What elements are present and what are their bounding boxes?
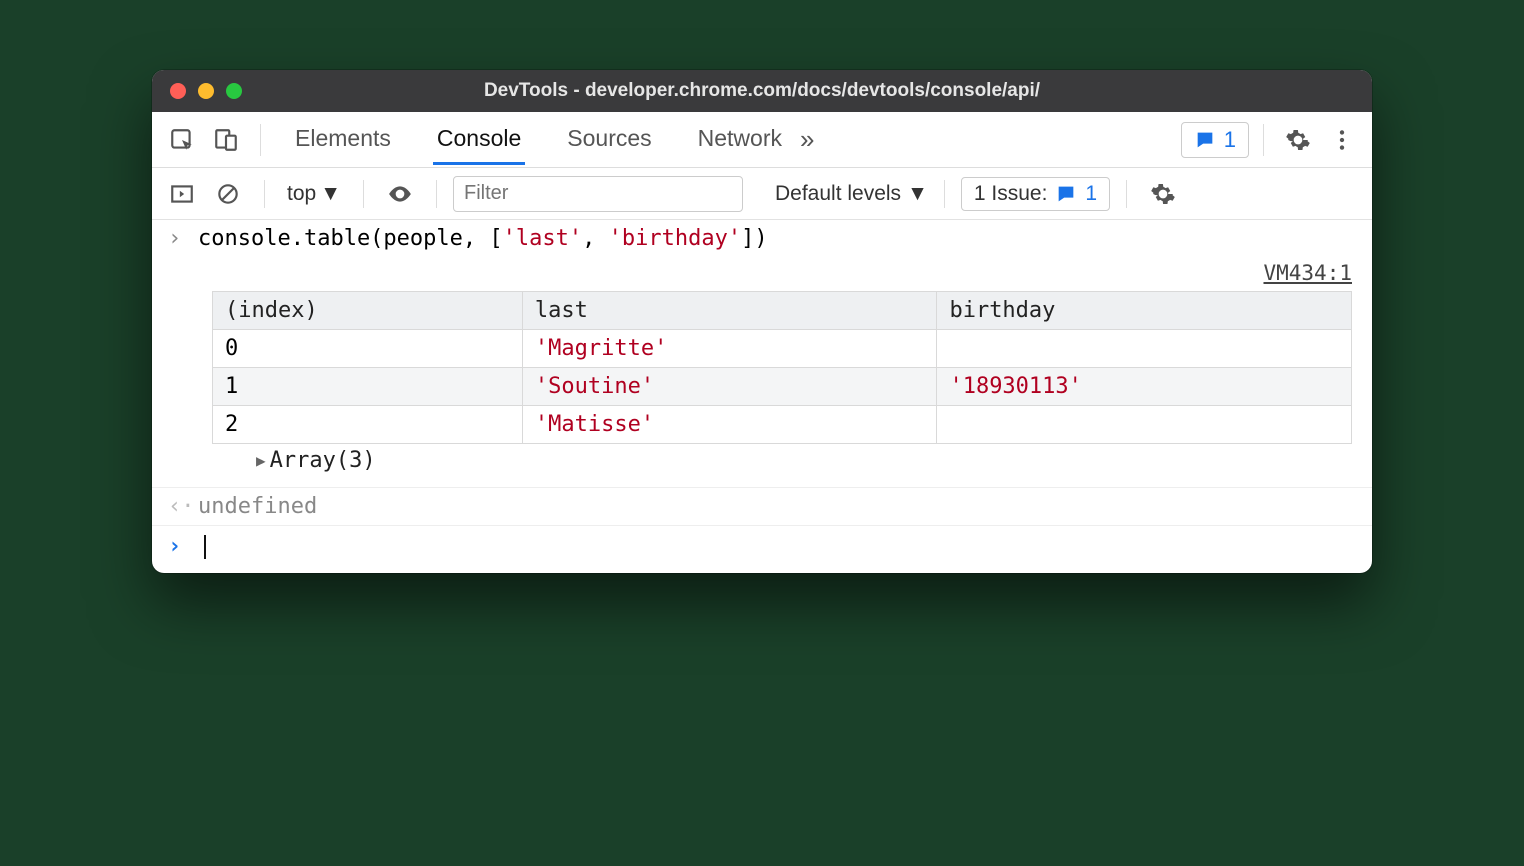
tab-sources[interactable]: Sources <box>563 115 655 165</box>
table-cell: 1 <box>213 368 523 406</box>
context-selector[interactable]: top ▼ <box>281 182 347 206</box>
table-cell <box>937 406 1352 444</box>
toggle-sidebar-button[interactable] <box>162 174 202 214</box>
console-return-row: ‹· undefined <box>152 487 1372 526</box>
titlebar: DevTools - developer.chrome.com/docs/dev… <box>152 70 1372 112</box>
issues-badge[interactable]: 1 <box>1181 122 1249 158</box>
inspect-element-icon[interactable] <box>162 120 202 160</box>
table-cell: '18930113' <box>937 368 1352 406</box>
more-options-button[interactable] <box>1322 120 1362 160</box>
separator <box>436 180 437 208</box>
table-cell <box>937 330 1352 368</box>
console-table-wrap: (index) last birthday 0 'Magritte' 1 'So… <box>152 291 1372 487</box>
table-cell: 2 <box>213 406 523 444</box>
ban-icon <box>215 181 241 207</box>
table-row: 2 'Matisse' <box>213 406 1352 444</box>
text-caret <box>204 535 206 559</box>
issues-badge-count: 1 <box>1224 127 1236 153</box>
array-label: Array(3) <box>270 448 376 473</box>
chevron-down-icon: ▼ <box>320 182 341 206</box>
sidebar-icon <box>169 181 195 207</box>
log-levels-label: Default levels <box>775 182 901 206</box>
tab-network[interactable]: Network <box>694 115 786 165</box>
devtools-window: DevTools - developer.chrome.com/docs/dev… <box>152 70 1372 573</box>
gear-icon <box>1285 127 1311 153</box>
source-link[interactable]: VM434:1 <box>152 257 1372 291</box>
output-chevron-icon: ‹· <box>168 494 198 519</box>
table-row: 1 'Soutine' '18930113' <box>213 368 1352 406</box>
settings-button[interactable] <box>1278 120 1318 160</box>
issues-label: 1 Issue: <box>974 182 1048 206</box>
array-expand-toggle[interactable]: ▶ Array(3) <box>212 444 1352 481</box>
console-prompt[interactable]: › <box>152 526 1372 573</box>
separator <box>1263 124 1264 156</box>
minimize-window-button[interactable] <box>198 83 214 99</box>
device-toolbar-icon[interactable] <box>206 120 246 160</box>
chat-icon <box>1194 129 1216 151</box>
table-header[interactable]: birthday <box>937 292 1352 330</box>
executed-code: console.table(people, ['last', 'birthday… <box>198 226 768 251</box>
separator <box>260 124 261 156</box>
console-settings-button[interactable] <box>1143 174 1183 214</box>
issues-count: 1 <box>1085 182 1097 206</box>
close-window-button[interactable] <box>170 83 186 99</box>
table-header[interactable]: (index) <box>213 292 523 330</box>
table-cell: 0 <box>213 330 523 368</box>
eye-icon <box>387 181 413 207</box>
live-expression-button[interactable] <box>380 174 420 214</box>
filter-input[interactable] <box>453 176 743 212</box>
separator <box>363 180 364 208</box>
console-table: (index) last birthday 0 'Magritte' 1 'So… <box>212 291 1352 444</box>
maximize-window-button[interactable] <box>226 83 242 99</box>
chat-icon <box>1055 183 1077 205</box>
console-output: › console.table(people, ['last', 'birthd… <box>152 220 1372 573</box>
panel-tabs: Elements Console Sources Network <box>291 115 786 165</box>
log-levels-selector[interactable]: Default levels ▼ <box>775 182 928 206</box>
prompt-chevron-icon: › <box>168 534 198 559</box>
chevron-down-icon: ▼ <box>907 182 928 206</box>
console-input-echo: › console.table(people, ['last', 'birthd… <box>152 220 1372 257</box>
console-toolbar: top ▼ Default levels ▼ 1 Issue: 1 <box>152 168 1372 220</box>
tab-elements[interactable]: Elements <box>291 115 395 165</box>
separator <box>944 180 945 208</box>
issues-counter[interactable]: 1 Issue: 1 <box>961 177 1110 211</box>
tab-console[interactable]: Console <box>433 115 525 165</box>
table-cell: 'Magritte' <box>522 330 937 368</box>
context-label: top <box>287 182 316 206</box>
more-tabs-button[interactable]: » <box>790 124 824 155</box>
traffic-lights <box>170 83 242 99</box>
table-row: 0 'Magritte' <box>213 330 1352 368</box>
table-header-row: (index) last birthday <box>213 292 1352 330</box>
gear-icon <box>1150 181 1176 207</box>
input-chevron-icon: › <box>168 226 198 251</box>
triangle-right-icon: ▶ <box>256 451 266 470</box>
table-cell: 'Soutine' <box>522 368 937 406</box>
kebab-icon <box>1329 127 1355 153</box>
table-cell: 'Matisse' <box>522 406 937 444</box>
separator <box>1126 180 1127 208</box>
table-header[interactable]: last <box>522 292 937 330</box>
devtools-tabbar: Elements Console Sources Network » 1 <box>152 112 1372 168</box>
return-value: undefined <box>198 494 317 519</box>
separator <box>264 180 265 208</box>
clear-console-button[interactable] <box>208 174 248 214</box>
window-title: DevTools - developer.chrome.com/docs/dev… <box>152 80 1372 102</box>
